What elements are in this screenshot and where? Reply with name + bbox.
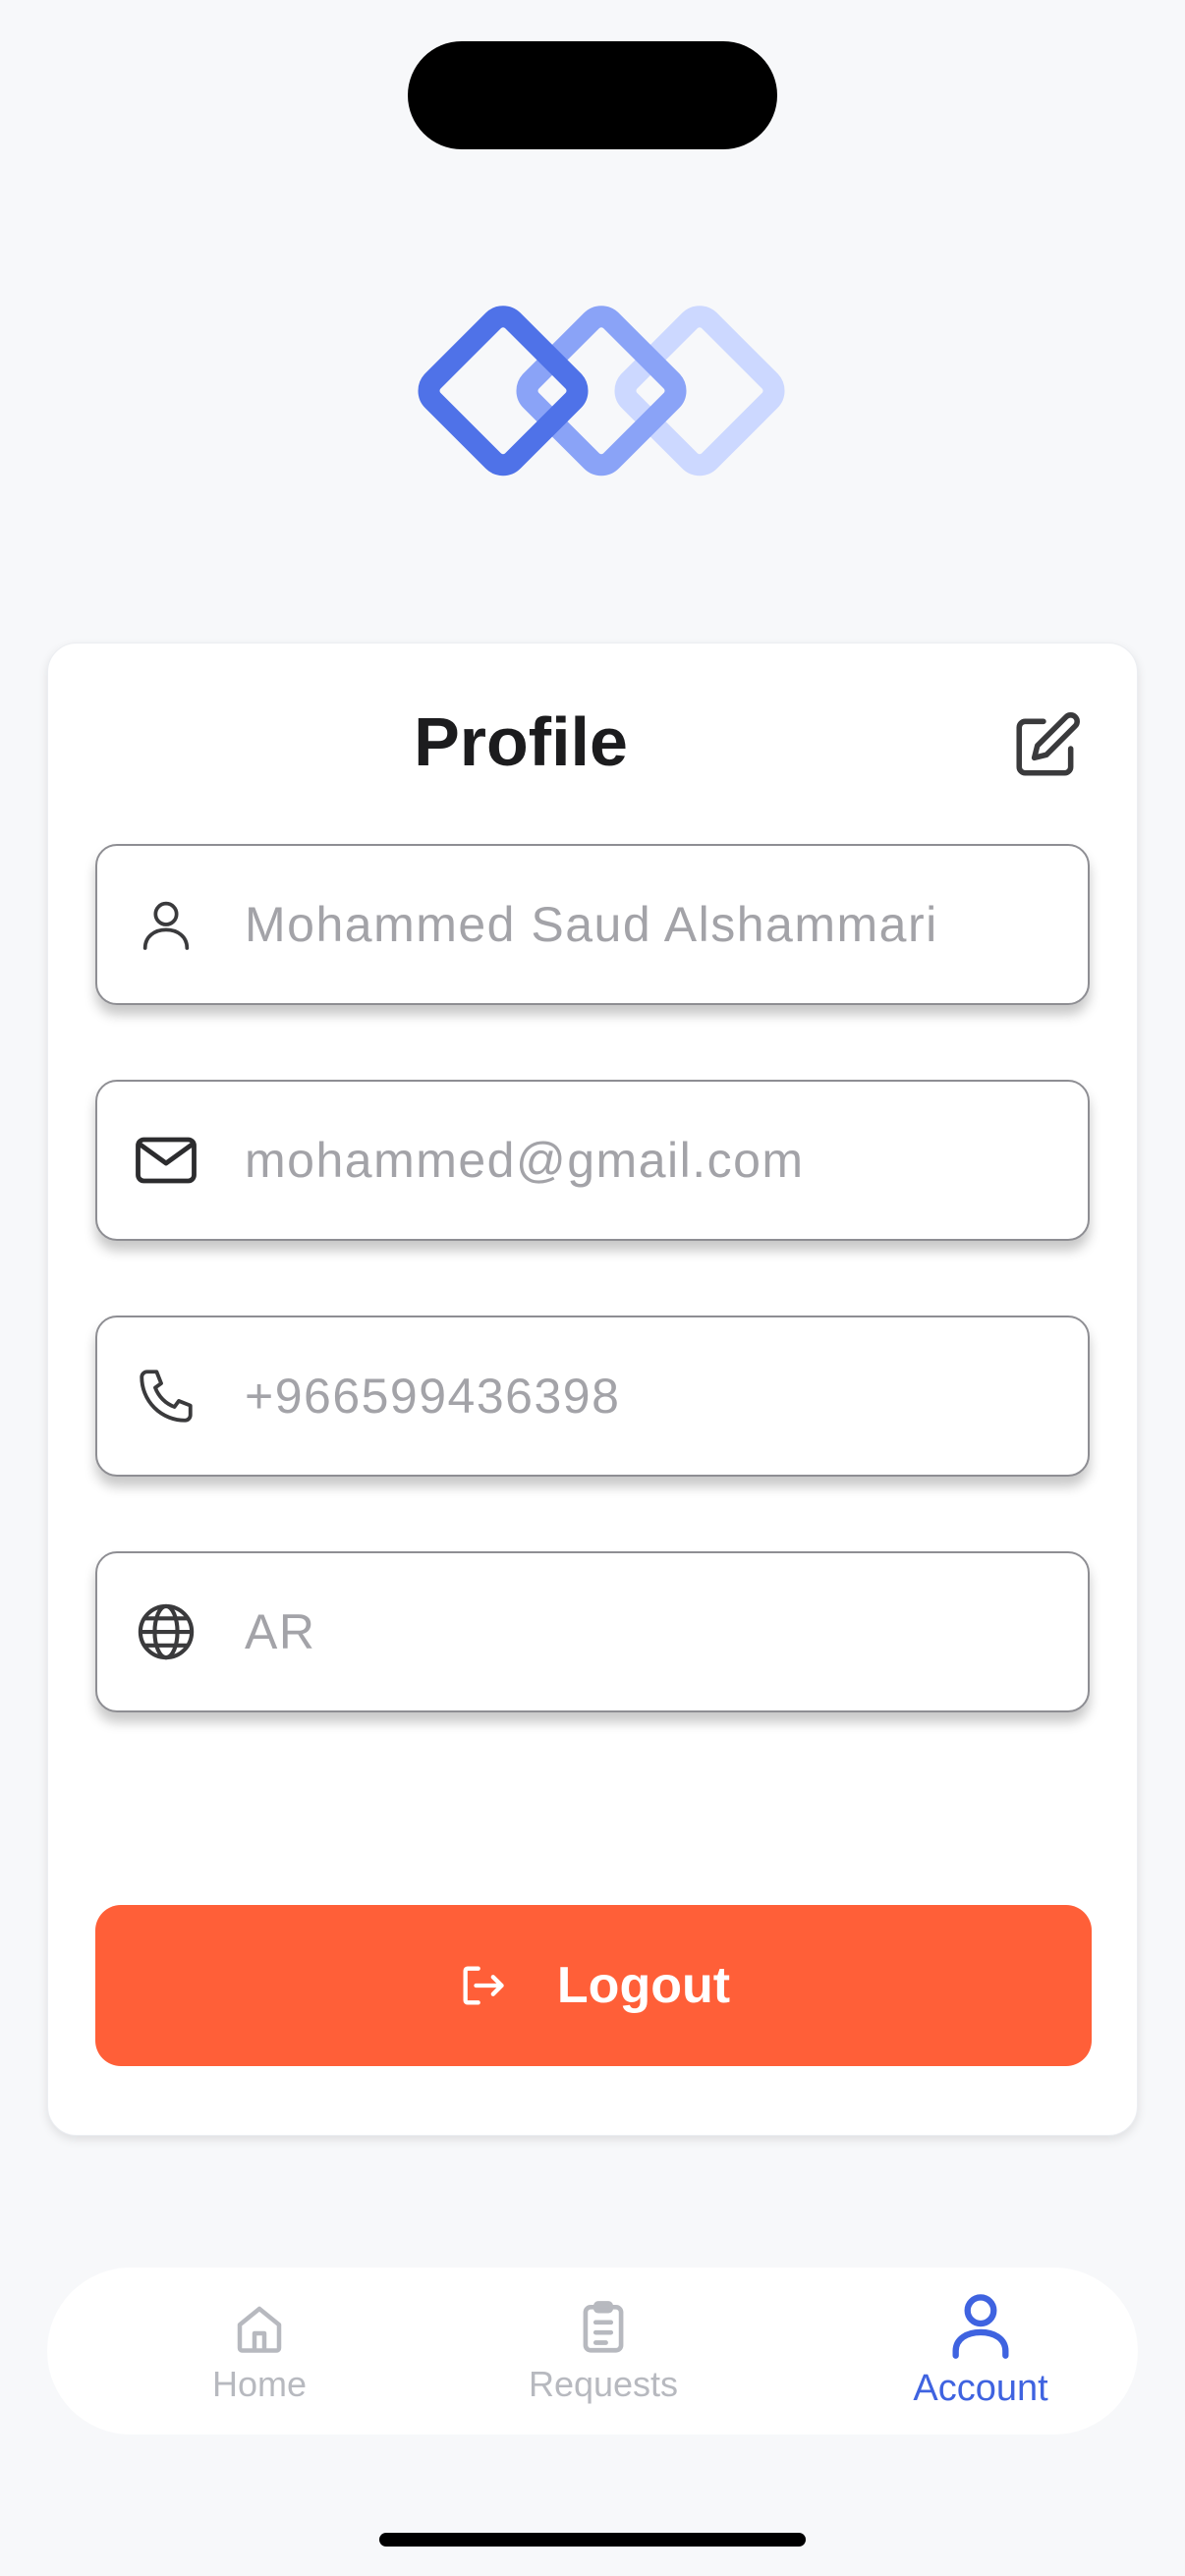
logout-label: Logout: [556, 1957, 731, 2014]
phone-field[interactable]: +966599436398: [95, 1316, 1090, 1477]
tab-account[interactable]: Account: [863, 2268, 1099, 2435]
name-field[interactable]: Mohammed Saud Alshammari: [95, 844, 1090, 1005]
dynamic-island: [408, 41, 777, 149]
phone-icon: [127, 1357, 205, 1435]
tab-requests[interactable]: Requests: [480, 2268, 727, 2435]
bottom-tab-bar: Home Requests Account: [47, 2268, 1138, 2435]
globe-icon: [127, 1593, 205, 1671]
user-icon: [127, 885, 205, 964]
phone-value: +966599436398: [245, 1369, 621, 1424]
tab-home-label: Home: [211, 2364, 308, 2404]
tab-account-label: Account: [913, 2368, 1048, 2409]
mail-icon: [127, 1121, 205, 1200]
app-logo: [418, 306, 785, 476]
page-title: Profile: [414, 703, 628, 780]
clipboard-icon: [583, 2301, 624, 2353]
edit-profile-button[interactable]: [1007, 706, 1086, 785]
tab-home[interactable]: Home: [155, 2268, 364, 2435]
logout-icon: [463, 1966, 504, 2005]
language-value: AR: [245, 1604, 316, 1659]
logout-button[interactable]: Logout: [95, 1905, 1092, 2066]
email-value: mohammed@gmail.com: [245, 1133, 805, 1188]
tab-requests-label: Requests: [528, 2364, 679, 2404]
name-value: Mohammed Saud Alshammari: [245, 897, 938, 952]
edit-icon: [1016, 712, 1080, 776]
profile-card: Profile Mohammed Saud Alshammari mohamme…: [47, 643, 1138, 2136]
language-field[interactable]: AR: [95, 1551, 1090, 1712]
home-indicator: [379, 2533, 806, 2547]
email-field[interactable]: mohammed@gmail.com: [95, 1080, 1090, 1241]
user-icon: [952, 2294, 1009, 2359]
home-icon: [237, 2306, 282, 2353]
